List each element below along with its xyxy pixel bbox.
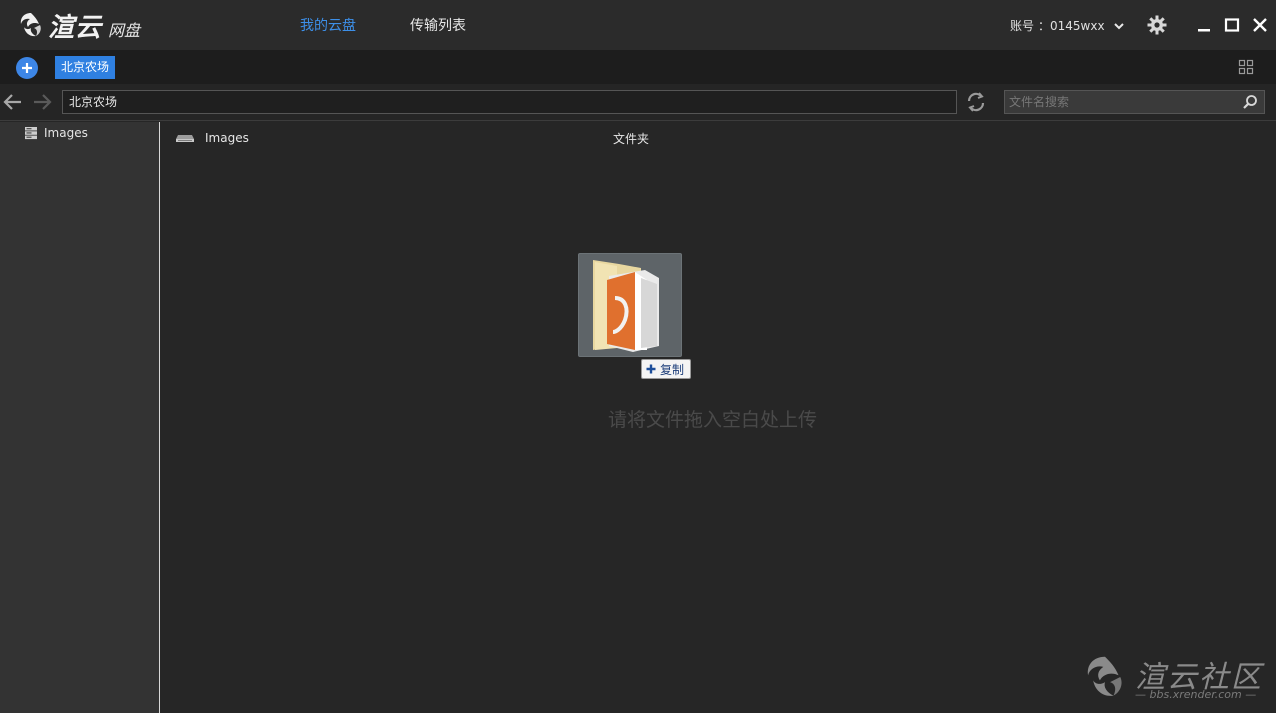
search-input[interactable] xyxy=(1005,91,1235,113)
minimize-button[interactable] xyxy=(1193,14,1215,36)
arrow-right-icon xyxy=(34,94,52,110)
maximize-button[interactable] xyxy=(1221,14,1243,36)
tab-my-cloud[interactable]: 我的云盘 xyxy=(300,15,356,35)
forward-button[interactable] xyxy=(31,92,53,112)
server-drive-icon xyxy=(25,127,37,140)
logo-main-text: 渲云 xyxy=(48,12,103,43)
search-button[interactable] xyxy=(1242,94,1258,110)
close-icon xyxy=(1253,18,1267,32)
logo-sub-text: 网盘 xyxy=(108,21,141,40)
copy-badge: 复制 xyxy=(641,359,692,379)
grid-view-icon xyxy=(1238,59,1254,75)
account-value: ：0145wxx xyxy=(1038,19,1105,33)
sidebar-item-label: Images xyxy=(44,126,88,140)
table-row[interactable]: Images 文件夹 xyxy=(175,129,1275,147)
minimize-icon xyxy=(1198,29,1210,32)
drag-preview xyxy=(578,253,682,357)
sidebar-item-images[interactable]: Images xyxy=(24,126,88,140)
search-icon xyxy=(1243,95,1257,109)
tab-transfer-list[interactable]: 传输列表 xyxy=(410,15,466,35)
search-box xyxy=(1004,90,1265,114)
xrender-watermark-logo-icon xyxy=(1087,656,1122,696)
file-type: 文件夹 xyxy=(613,131,650,146)
chevron-down-icon xyxy=(1113,22,1124,29)
refresh-button[interactable] xyxy=(964,90,988,114)
account-menu[interactable]: 账号 ：0145wxx xyxy=(1010,17,1125,34)
arrow-left-icon xyxy=(3,94,21,110)
copy-label: 复制 xyxy=(660,362,685,377)
settings-button[interactable] xyxy=(1146,14,1168,36)
watermark-url: — bbs.xrender.com — xyxy=(1135,688,1257,701)
folder-icon xyxy=(593,260,659,352)
add-button[interactable] xyxy=(16,57,38,79)
plus-icon xyxy=(646,364,656,374)
refresh-icon xyxy=(967,92,985,112)
file-list-area[interactable]: Images 文件夹 复制 请将文件拖入空白处上传 xyxy=(161,122,1276,713)
plus-icon xyxy=(22,63,32,73)
drive-icon xyxy=(176,135,194,142)
maximize-icon xyxy=(1224,18,1240,32)
xrender-logo-icon xyxy=(20,13,41,37)
account-label: 账号 xyxy=(1010,19,1035,33)
watermark: 渲云社区 — bbs.xrender.com — xyxy=(1083,652,1269,706)
close-button[interactable] xyxy=(1249,14,1271,36)
grid-view-button[interactable] xyxy=(1238,59,1254,75)
app-logo: 渲云 网盘 xyxy=(18,9,141,43)
title-bar: 渲云 网盘 我的云盘 传输列表 账号 ：0145wxx xyxy=(0,0,1276,50)
gear-icon xyxy=(1147,15,1167,35)
back-button[interactable] xyxy=(2,92,24,112)
toolbar: 北京农场 xyxy=(0,50,1276,84)
drop-hint: 请将文件拖入空白处上传 xyxy=(608,409,818,431)
breadcrumb-tag[interactable]: 北京农场 xyxy=(55,56,116,79)
navigation-bar: 北京农场 xyxy=(0,84,1276,121)
file-name: Images xyxy=(205,131,249,145)
path-input[interactable]: 北京农场 xyxy=(62,90,957,114)
sidebar: Images xyxy=(0,122,160,713)
